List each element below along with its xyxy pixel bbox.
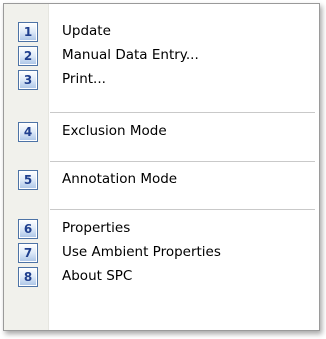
number-6-icon: 6	[18, 219, 38, 239]
number-1-icon: 1	[18, 22, 38, 42]
menu-item-update[interactable]: 1 Update	[4, 20, 319, 44]
menu-item-label: Update	[62, 23, 111, 39]
menu-item-label: Print...	[62, 71, 106, 87]
context-menu: 1 Update 2 Manual Data Entry... 3 Print.…	[3, 3, 320, 331]
number-7-icon: 7	[18, 243, 38, 263]
menu-item-label: Use Ambient Properties	[62, 244, 221, 260]
menu-item-label: Annotation Mode	[62, 171, 178, 187]
number-3-icon: 3	[18, 70, 38, 90]
menu-item-use-ambient-properties[interactable]: 7 Use Ambient Properties	[4, 241, 319, 265]
menu-item-label: Properties	[62, 220, 131, 236]
menu-item-label: About SPC	[62, 268, 133, 284]
number-5-icon: 5	[18, 170, 38, 190]
menu-item-properties[interactable]: 6 Properties	[4, 217, 319, 241]
number-2-icon: 2	[18, 46, 38, 66]
number-8-icon: 8	[18, 267, 38, 287]
menu-separator	[50, 209, 315, 211]
menu-item-label: Exclusion Mode	[62, 123, 167, 139]
menu-item-manual-data-entry[interactable]: 2 Manual Data Entry...	[4, 44, 319, 68]
menu-item-print[interactable]: 3 Print...	[4, 68, 319, 92]
menu-item-label: Manual Data Entry...	[62, 47, 199, 63]
menu-item-exclusion-mode[interactable]: 4 Exclusion Mode	[4, 120, 319, 144]
menu-item-about-spc[interactable]: 8 About SPC	[4, 265, 319, 289]
menu-separator	[50, 112, 315, 114]
number-4-icon: 4	[18, 122, 38, 142]
menu-separator	[50, 161, 315, 163]
menu-item-annotation-mode[interactable]: 5 Annotation Mode	[4, 168, 319, 192]
